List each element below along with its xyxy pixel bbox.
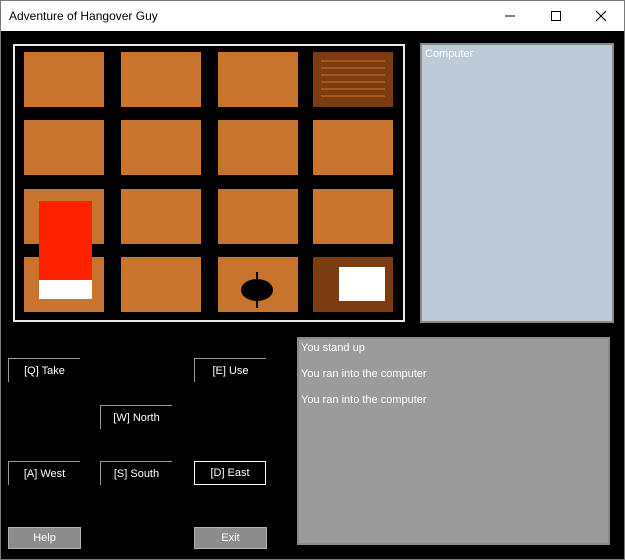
minimize-icon bbox=[505, 15, 515, 17]
floor-tile bbox=[24, 52, 104, 107]
computer-tile bbox=[313, 257, 393, 312]
floor-tile bbox=[313, 189, 393, 244]
close-icon bbox=[595, 10, 607, 22]
fridge-icon bbox=[39, 201, 92, 299]
info-panel-label: Computer bbox=[425, 48, 474, 60]
player-icon bbox=[241, 272, 273, 308]
client-area: Computer [Q] Take [E] Use [W] North [A] … bbox=[1, 31, 624, 559]
info-panel: Computer bbox=[420, 43, 614, 323]
floor-tile bbox=[218, 120, 298, 175]
floor-tile bbox=[121, 52, 201, 107]
take-button[interactable]: [Q] Take bbox=[8, 358, 80, 382]
log-line: You ran into the computer bbox=[301, 394, 427, 406]
use-button[interactable]: [E] Use bbox=[194, 358, 266, 382]
south-button[interactable]: [S] South bbox=[100, 461, 172, 485]
close-button[interactable] bbox=[578, 1, 624, 31]
window-title: Adventure of Hangover Guy bbox=[9, 9, 158, 23]
maximize-icon bbox=[551, 11, 561, 21]
floor-tile bbox=[218, 52, 298, 107]
minimize-button[interactable] bbox=[487, 1, 533, 31]
app-window: Adventure of Hangover Guy Computer [Q] T… bbox=[0, 0, 625, 560]
title-bar[interactable]: Adventure of Hangover Guy bbox=[1, 1, 624, 31]
help-button[interactable]: Help bbox=[8, 527, 81, 549]
log-line: You ran into the computer bbox=[301, 368, 427, 380]
west-button[interactable]: [A] West bbox=[8, 461, 80, 485]
floor-tile bbox=[121, 257, 201, 312]
message-log[interactable]: You stand up You ran into the computer Y… bbox=[297, 337, 610, 545]
floor-tile bbox=[24, 120, 104, 175]
floor-tile bbox=[121, 120, 201, 175]
floor-tile bbox=[218, 189, 298, 244]
shelf-tile bbox=[313, 52, 393, 107]
north-button[interactable]: [W] North bbox=[100, 405, 172, 429]
log-line: You stand up bbox=[301, 342, 365, 354]
floor-tile bbox=[121, 189, 201, 244]
computer-icon bbox=[313, 257, 393, 312]
game-board bbox=[13, 44, 405, 322]
maximize-button[interactable] bbox=[533, 1, 579, 31]
bookshelf-icon bbox=[313, 52, 393, 107]
east-button[interactable]: [D] East bbox=[194, 461, 266, 485]
exit-button[interactable]: Exit bbox=[194, 527, 267, 549]
floor-tile bbox=[313, 120, 393, 175]
